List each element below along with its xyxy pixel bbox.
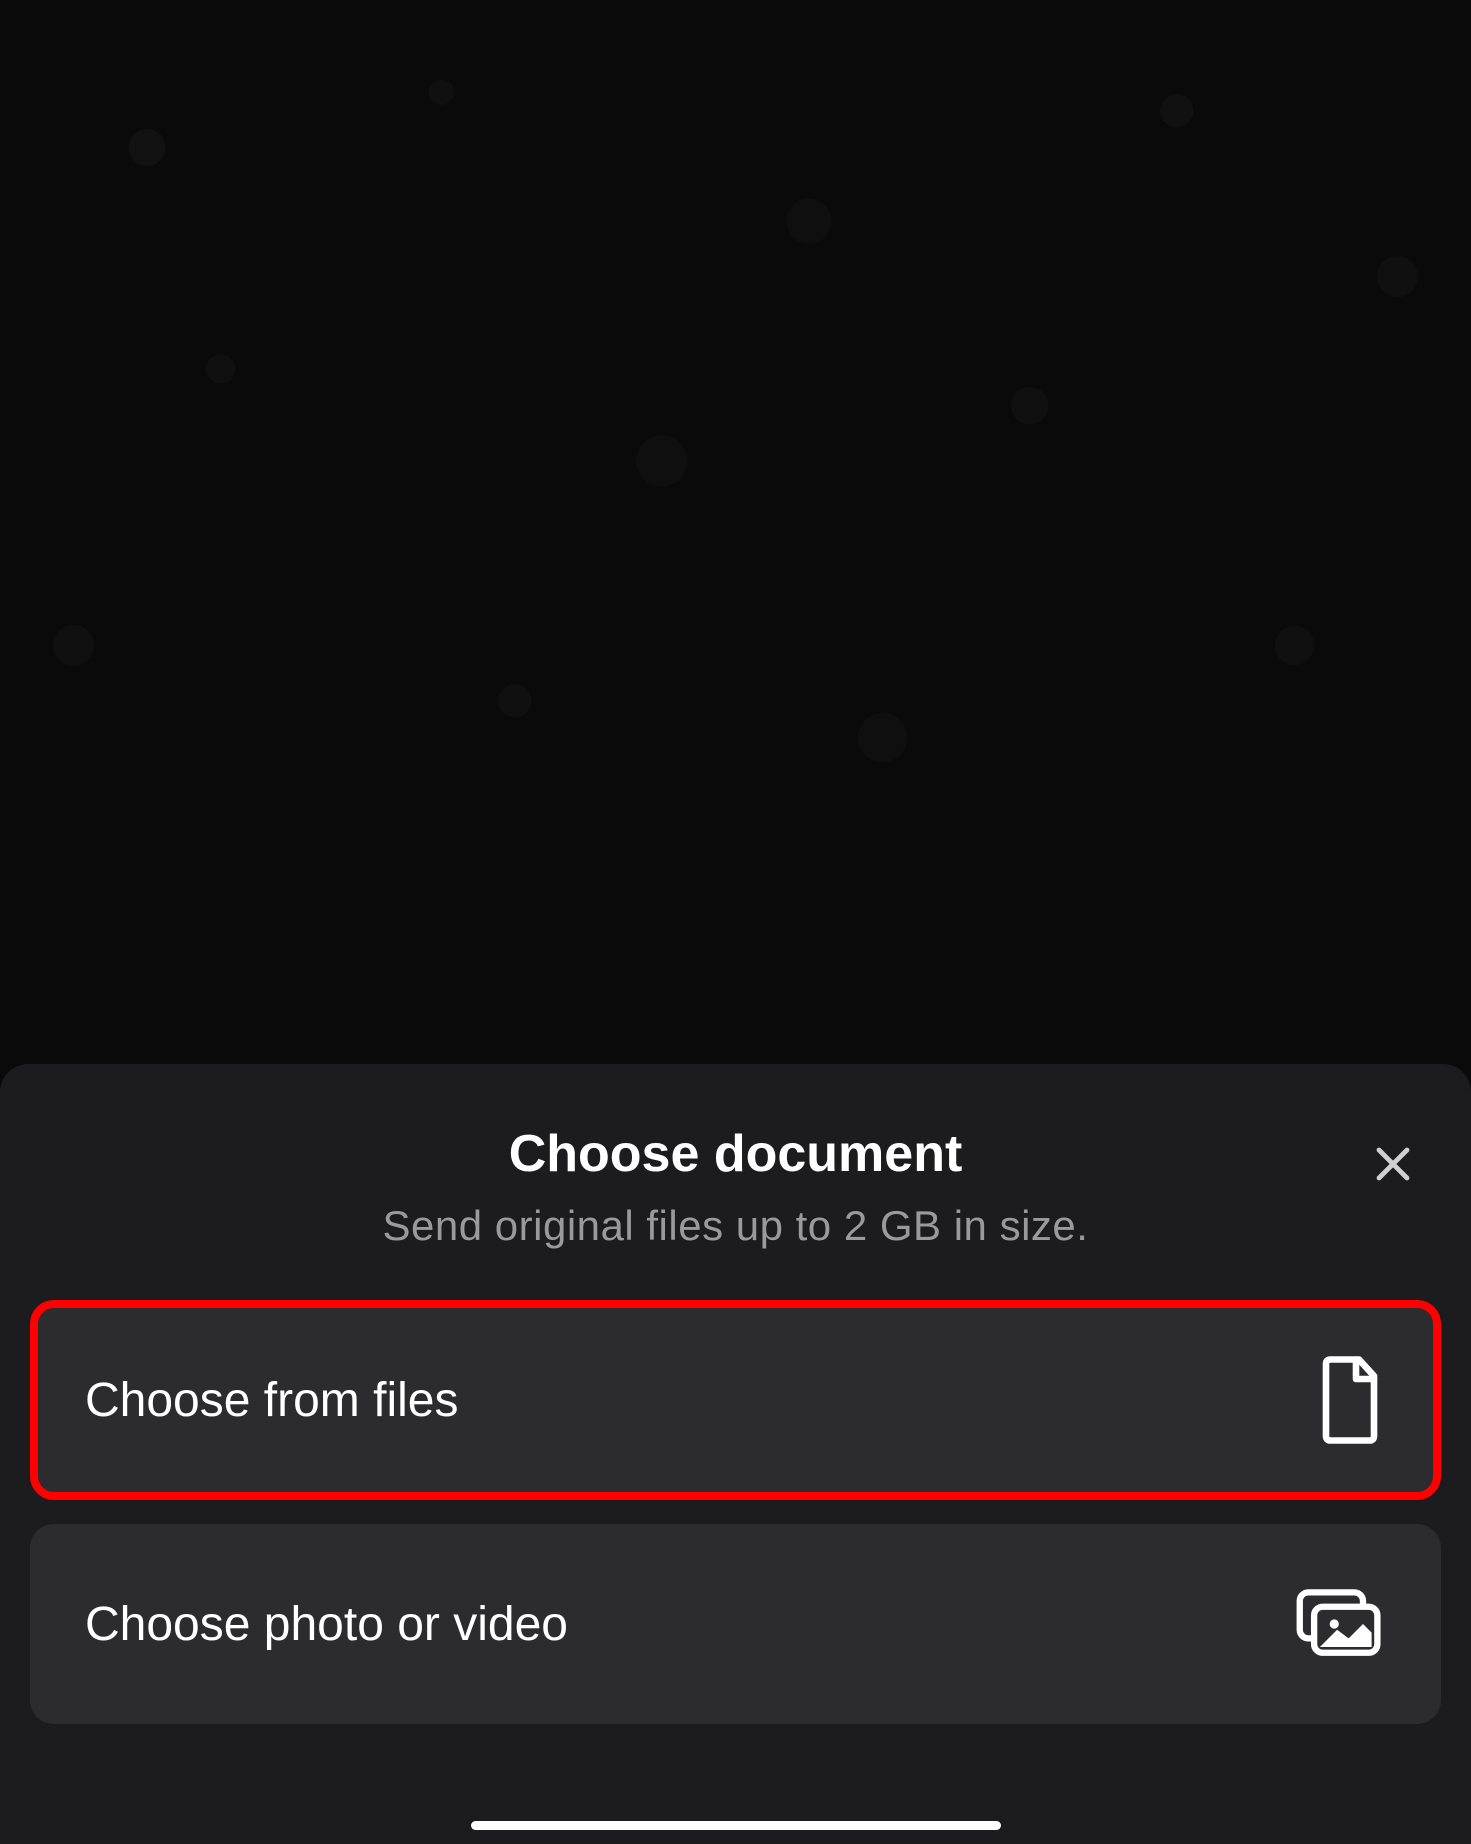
close-icon <box>1369 1140 1417 1188</box>
action-sheet: Choose document Send original files up t… <box>0 1064 1471 1844</box>
choose-from-files-option[interactable]: Choose from files <box>30 1300 1441 1500</box>
choose-photo-video-option[interactable]: Choose photo or video <box>30 1524 1441 1724</box>
close-button[interactable] <box>1363 1134 1423 1194</box>
sheet-subtitle: Send original files up to 2 GB in size. <box>40 1202 1431 1250</box>
option-label: Choose from files <box>85 1373 458 1428</box>
sheet-header: Choose document Send original files up t… <box>0 1124 1471 1300</box>
gallery-icon <box>1294 1586 1386 1662</box>
option-label: Choose photo or video <box>85 1597 568 1652</box>
document-icon <box>1314 1355 1386 1445</box>
options-list: Choose from files Choose photo or video <box>0 1300 1471 1724</box>
sheet-title: Choose document <box>40 1124 1431 1184</box>
home-indicator[interactable] <box>471 1821 1001 1830</box>
